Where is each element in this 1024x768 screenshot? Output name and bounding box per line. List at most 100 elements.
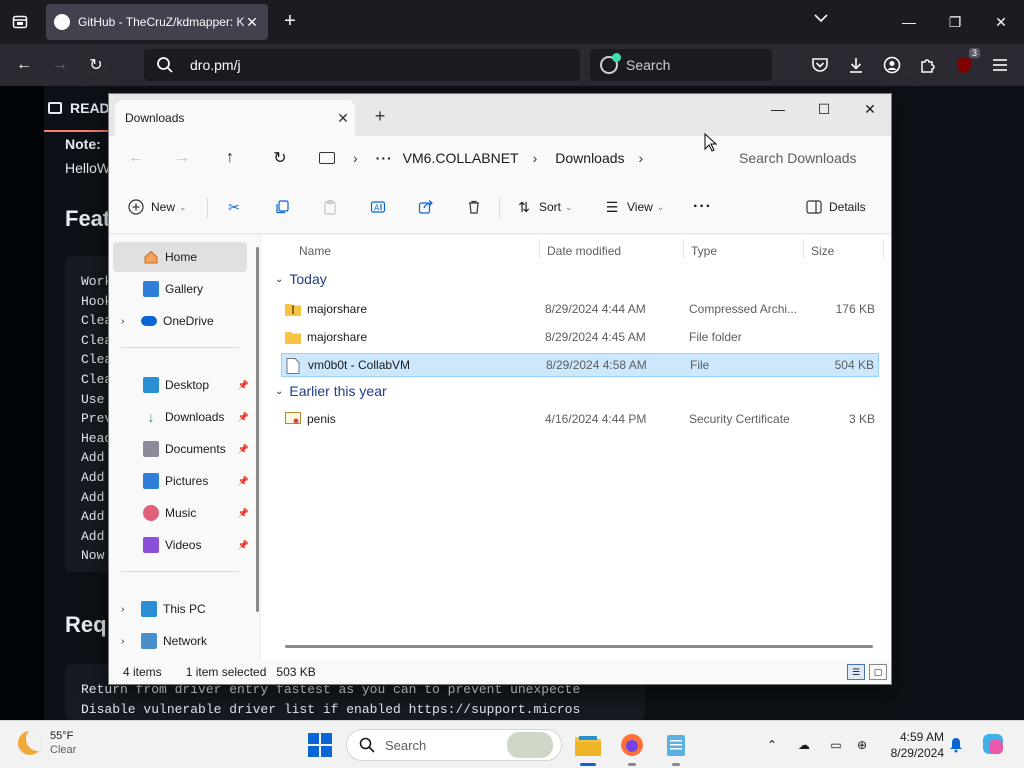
- explorer-maximize-button[interactable]: ☐: [801, 94, 847, 124]
- details-button[interactable]: Details: [805, 193, 866, 221]
- sidebar-item-pictures[interactable]: Pictures 📌: [113, 466, 251, 496]
- paste-button[interactable]: [321, 193, 345, 221]
- sidebar-item-this-pc[interactable]: › This PC: [109, 594, 247, 624]
- sidebar-item-documents[interactable]: Documents 📌: [113, 434, 251, 464]
- file-row[interactable]: majorshare 8/29/2024 4:45 AM File folder: [281, 325, 879, 349]
- sidebar-item-gallery[interactable]: Gallery: [113, 274, 251, 304]
- column-header-type[interactable]: Type: [691, 239, 717, 263]
- share-button[interactable]: [417, 193, 441, 221]
- view-button[interactable]: ☰ View ⌄: [603, 193, 665, 221]
- group-header-today[interactable]: ⌄ Today: [275, 267, 327, 291]
- clock[interactable]: 4:59 AM 8/29/2024: [880, 729, 944, 761]
- browser-tab-github[interactable]: GitHub - TheCruZ/kdmapper: K ✕: [46, 4, 268, 40]
- browser-restore-button[interactable]: ❐: [932, 0, 978, 44]
- pin-icon[interactable]: 📌: [238, 444, 249, 455]
- sidebar-item-onedrive[interactable]: › OneDrive: [109, 306, 247, 336]
- explorer-tab-downloads[interactable]: Downloads ✕: [115, 100, 355, 136]
- back-arrow-icon[interactable]: ←: [125, 147, 147, 169]
- column-header-name[interactable]: Name: [299, 239, 331, 263]
- column-divider[interactable]: [683, 239, 684, 259]
- more-options-icon[interactable]: ···: [693, 193, 712, 221]
- file-explorer-icon[interactable]: [574, 731, 602, 759]
- taskbar-search[interactable]: Search: [346, 729, 562, 761]
- browser-close-button[interactable]: ✕: [978, 0, 1024, 44]
- chevron-right-icon[interactable]: ›: [121, 604, 133, 615]
- url-bar[interactable]: dro.pm/j: [144, 49, 580, 81]
- computer-icon[interactable]: [319, 152, 335, 164]
- more-locations-icon[interactable]: ···: [376, 150, 393, 166]
- new-button[interactable]: New ⌄: [127, 193, 187, 221]
- browser-minimize-button[interactable]: —: [886, 0, 932, 44]
- close-tab-icon[interactable]: ✕: [244, 14, 260, 31]
- pin-icon[interactable]: 📌: [238, 412, 249, 423]
- back-arrow-icon[interactable]: ←: [12, 53, 36, 77]
- network-status-icon[interactable]: ⊕: [852, 735, 872, 755]
- copy-button[interactable]: [273, 193, 297, 221]
- explorer-new-tab-button[interactable]: +: [369, 106, 391, 128]
- weather-widget[interactable]: 55°F Clear: [18, 729, 76, 757]
- refresh-icon[interactable]: ↻: [269, 147, 291, 169]
- sidebar-item-downloads[interactable]: ↓ Downloads 📌: [113, 402, 251, 432]
- download-icon[interactable]: [844, 53, 868, 77]
- horizontal-scrollbar[interactable]: [285, 645, 873, 648]
- pocket-icon[interactable]: [808, 53, 832, 77]
- chevron-right-icon[interactable]: ›: [533, 150, 538, 166]
- pin-icon[interactable]: 📌: [238, 476, 249, 487]
- file-row[interactable]: majorshare 8/29/2024 4:44 AM Compressed …: [281, 297, 879, 321]
- hamburger-menu-icon[interactable]: [988, 53, 1012, 77]
- rename-button[interactable]: A: [369, 193, 393, 221]
- column-divider[interactable]: [539, 239, 540, 259]
- sort-button[interactable]: ⇅ Sort ⌄: [515, 193, 572, 221]
- list-all-tabs-icon[interactable]: [814, 12, 836, 32]
- browser-search-box[interactable]: Search: [590, 49, 772, 81]
- pin-icon[interactable]: 📌: [238, 540, 249, 551]
- display-icon[interactable]: ▭: [826, 735, 846, 755]
- delete-button[interactable]: [465, 193, 489, 221]
- explorer-search-input[interactable]: Search Downloads: [725, 144, 885, 172]
- column-header-size[interactable]: Size: [811, 239, 834, 263]
- breadcrumb-item-downloads[interactable]: Downloads: [555, 150, 624, 166]
- chevron-right-icon[interactable]: ›: [639, 150, 644, 166]
- firefox-view-icon[interactable]: [8, 10, 32, 34]
- account-icon[interactable]: [880, 53, 904, 77]
- sidebar-item-videos[interactable]: Videos 📌: [113, 530, 251, 560]
- sidebar-item-network[interactable]: › Network: [109, 626, 247, 656]
- explorer-close-button[interactable]: ✕: [847, 94, 893, 124]
- pin-icon[interactable]: 📌: [238, 380, 249, 391]
- extensions-icon[interactable]: [916, 53, 940, 77]
- pin-icon[interactable]: 📌: [238, 508, 249, 519]
- breadcrumb-item-vm6[interactable]: VM6.COLLABNET: [403, 150, 519, 166]
- notification-bell-icon[interactable]: [946, 735, 966, 755]
- ublock-icon[interactable]: 3: [952, 48, 980, 77]
- reload-icon[interactable]: ↻: [84, 53, 108, 77]
- file-row[interactable]: penis 4/16/2024 4:44 PM Security Certifi…: [281, 407, 879, 431]
- chevron-right-icon[interactable]: ›: [353, 150, 358, 166]
- explorer-minimize-button[interactable]: —: [755, 94, 801, 124]
- copilot-icon[interactable]: [980, 731, 1006, 757]
- firefox-icon[interactable]: [618, 731, 646, 759]
- file-row-selected[interactable]: vm0b0t - CollabVM 8/29/2024 4:58 AM File…: [281, 353, 879, 377]
- sidebar-item-desktop[interactable]: Desktop 📌: [113, 370, 251, 400]
- chevron-right-icon[interactable]: ›: [121, 316, 133, 327]
- column-divider[interactable]: [803, 239, 804, 259]
- sidebar-item-home[interactable]: Home: [113, 242, 247, 272]
- new-tab-button[interactable]: +: [278, 10, 302, 34]
- nav-pane-scrollbar[interactable]: [256, 247, 259, 612]
- sidebar-item-music[interactable]: Music 📌: [113, 498, 251, 528]
- forward-arrow-icon[interactable]: →: [48, 53, 72, 77]
- column-header-date[interactable]: Date modified: [547, 239, 621, 263]
- column-divider[interactable]: [883, 239, 884, 259]
- close-tab-icon[interactable]: ✕: [331, 110, 355, 127]
- details-view-icon[interactable]: ☰: [847, 664, 865, 680]
- windows-start-icon[interactable]: [308, 733, 332, 757]
- notepad-icon[interactable]: [662, 731, 690, 759]
- tiles-view-icon[interactable]: ▢: [869, 664, 887, 680]
- cut-button[interactable]: ✂: [225, 193, 249, 221]
- chevron-up-icon[interactable]: ⌃: [762, 735, 782, 755]
- chevron-right-icon[interactable]: ›: [121, 636, 133, 647]
- up-arrow-icon[interactable]: ↑: [219, 147, 241, 169]
- cloud-off-icon[interactable]: ☁: [794, 735, 814, 755]
- readme-tab[interactable]: READ: [48, 100, 110, 116]
- group-header-earlier[interactable]: ⌄ Earlier this year: [275, 379, 387, 403]
- forward-arrow-icon[interactable]: →: [171, 147, 193, 169]
